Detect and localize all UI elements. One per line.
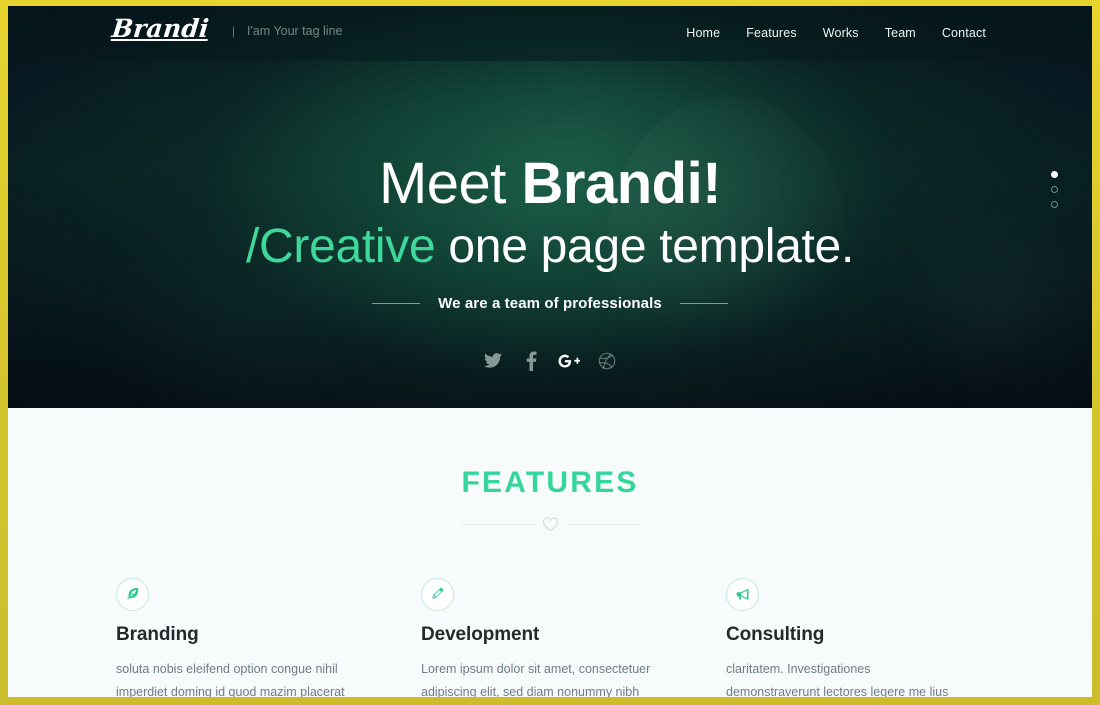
features-section: FEATURES Branding soluta nobis eleifend … xyxy=(8,408,1092,697)
twitter-icon[interactable] xyxy=(480,348,506,374)
brand-separator: | xyxy=(231,24,235,38)
brand-group: Brandi | I'am Your tag line xyxy=(110,14,343,43)
hero-section: Meet Brandi! /Creative one page template… xyxy=(8,6,1092,408)
nav-item-home[interactable]: Home xyxy=(686,24,733,42)
feature-heading: Consulting xyxy=(726,624,825,645)
divider-rule-left xyxy=(461,524,535,525)
slider-dot-2[interactable] xyxy=(1051,186,1058,193)
slider-dot-3[interactable] xyxy=(1051,201,1058,208)
hero-content: Meet Brandi! /Creative one page template… xyxy=(8,6,1092,374)
tagline-rule-left xyxy=(372,302,421,304)
pencil-icon xyxy=(421,578,454,611)
hero-headline-strong: Brandi! xyxy=(521,151,722,216)
features-grid: Branding soluta nobis eleifend option co… xyxy=(8,578,1092,697)
hero-subheadline: /Creative one page template. xyxy=(8,222,1092,272)
dribbble-icon[interactable] xyxy=(594,348,620,374)
hero-headline: Meet Brandi! xyxy=(8,151,1092,216)
facebook-icon[interactable] xyxy=(518,348,544,374)
feature-body: claritatem. Investigationes demonstraver… xyxy=(726,662,949,697)
google-plus-icon[interactable] xyxy=(556,348,582,374)
feature-card-development: Development Lorem ipsum dolor sit amet, … xyxy=(421,578,726,697)
site-logo[interactable]: Brandi xyxy=(110,14,210,43)
page-viewport: Meet Brandi! /Creative one page template… xyxy=(8,6,1092,697)
divider-rule-right xyxy=(565,524,639,525)
feature-card-consulting: Consulting claritatem. Investigationes d… xyxy=(726,578,1031,697)
nav-inner: Brandi | I'am Your tag line Home Feature… xyxy=(8,6,1092,61)
nav-item-works[interactable]: Works xyxy=(810,24,872,42)
features-title: FEATURES xyxy=(461,466,639,499)
nav-item-team[interactable]: Team xyxy=(872,24,929,42)
feature-card-branding: Branding soluta nobis eleifend option co… xyxy=(116,578,421,697)
feature-heading: Development xyxy=(421,624,540,645)
feature-body: soluta nobis eleifend option congue nihi… xyxy=(116,662,345,697)
tagline-rule-right xyxy=(679,302,728,304)
hero-headline-light: Meet xyxy=(378,151,522,216)
heart-icon xyxy=(542,517,559,532)
feature-heading: Branding xyxy=(116,624,199,645)
hero-subheadline-accent: /Creative xyxy=(246,220,436,274)
page-frame: Meet Brandi! /Creative one page template… xyxy=(0,0,1100,705)
hero-social-links xyxy=(8,348,1092,374)
features-divider xyxy=(461,517,639,532)
hero-slider-dots[interactable] xyxy=(1051,171,1058,208)
hero-tagline-row: We are a team of professionals xyxy=(8,295,1092,312)
hero-tagline-text: We are a team of professionals xyxy=(438,294,662,312)
megaphone-icon xyxy=(726,578,759,611)
main-nav-links: Home Features Works Team Contact xyxy=(686,24,986,42)
hero-subheadline-rest: one page template. xyxy=(435,220,854,274)
site-tagline: I'am Your tag line xyxy=(246,24,343,38)
slider-dot-1[interactable] xyxy=(1051,171,1058,178)
nav-item-contact[interactable]: Contact xyxy=(929,24,986,42)
nav-item-features[interactable]: Features xyxy=(733,24,810,42)
top-navigation-bar: Brandi | I'am Your tag line Home Feature… xyxy=(8,6,1092,61)
feather-icon xyxy=(116,578,149,611)
feature-body: Lorem ipsum dolor sit amet, consectetuer… xyxy=(421,662,651,697)
